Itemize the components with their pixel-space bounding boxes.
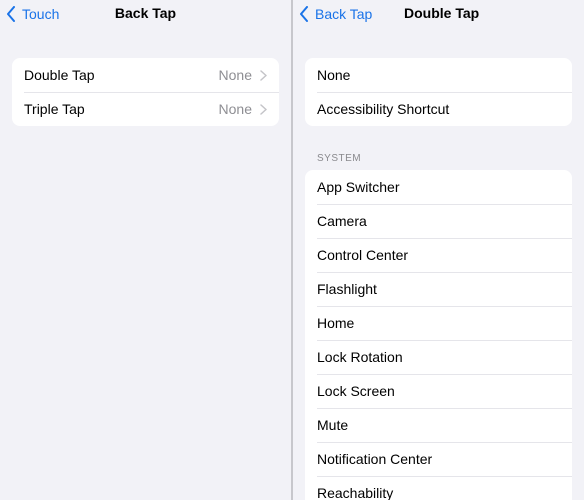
row-label: Reachability [317,485,394,500]
row-label: App Switcher [317,179,400,195]
option-row-accessibility-shortcut[interactable]: Accessibility Shortcut [305,92,572,126]
double-tap-pane: Back Tap Double Tap None Accessibility S… [293,0,584,500]
row-label: Mute [317,417,349,433]
row-label: Notification Center [317,451,433,467]
system-options-group: App Switcher Camera Control Center Flash… [305,170,572,500]
triple-tap-row[interactable]: Triple Tap None [12,92,279,126]
page-title: Back Tap [114,5,177,21]
row-label: Lock Rotation [317,349,403,365]
row-label: Control Center [317,247,409,263]
row-label: Triple Tap [24,101,85,117]
option-row-lock-rotation[interactable]: Lock Rotation [305,340,572,374]
option-row-home[interactable]: Home [305,306,572,340]
row-value: None [218,67,252,83]
page-title: Double Tap [404,5,480,21]
navigation-bar: Back Tap Double Tap [293,0,584,28]
row-label: None [317,67,351,83]
option-row-none[interactable]: None [305,58,572,92]
back-tap-options-group: Double Tap None Triple Tap None [12,58,279,126]
navigation-bar: Touch Back Tap [0,0,291,28]
row-label: Accessibility Shortcut [317,101,450,117]
option-row-app-switcher[interactable]: App Switcher [305,170,572,204]
action-options-group: None Accessibility Shortcut [305,58,572,126]
row-label: Double Tap [24,67,95,83]
chevron-right-icon [260,69,267,81]
row-value: None [218,101,252,117]
double-tap-row[interactable]: Double Tap None [12,58,279,92]
section-header-system: SYSTEM [317,153,362,164]
row-label: Camera [317,213,367,229]
chevron-left-icon [300,6,308,22]
back-button-label: Back Tap [315,6,373,22]
option-row-control-center[interactable]: Control Center [305,238,572,272]
option-row-notification-center[interactable]: Notification Center [305,442,572,476]
option-row-lock-screen[interactable]: Lock Screen [305,374,572,408]
option-row-camera[interactable]: Camera [305,204,572,238]
option-row-reachability[interactable]: Reachability [305,476,572,500]
chevron-right-icon [260,103,267,115]
back-tap-pane: Touch Back Tap Double Tap None Triple Ta… [0,0,291,500]
row-label: Flashlight [317,281,377,297]
option-row-mute[interactable]: Mute [305,408,572,442]
row-label: Lock Screen [317,383,395,399]
back-button[interactable]: Back Tap [299,3,372,25]
row-label: Home [317,315,355,331]
option-row-flashlight[interactable]: Flashlight [305,272,572,306]
